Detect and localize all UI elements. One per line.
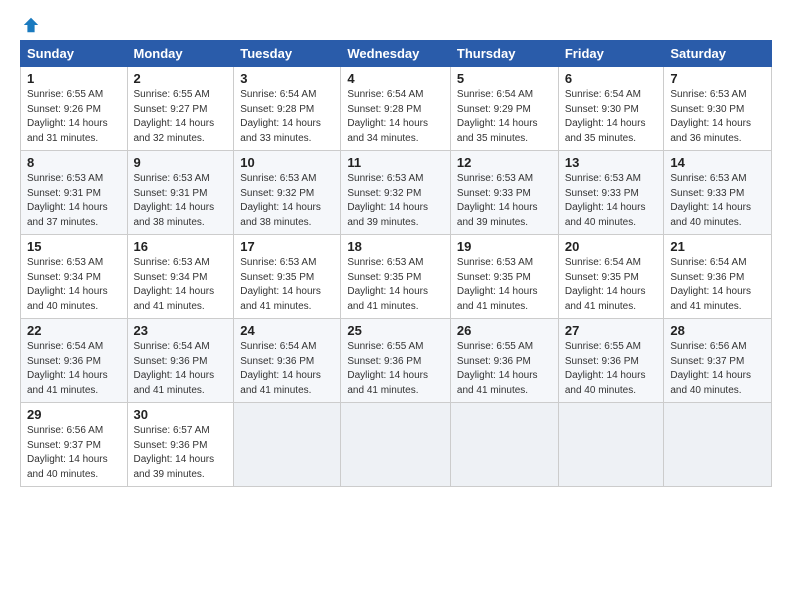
table-row: 27Sunrise: 6:55 AMSunset: 9:36 PMDayligh… <box>558 319 664 403</box>
col-tuesday: Tuesday <box>234 41 341 67</box>
col-saturday: Saturday <box>664 41 772 67</box>
col-sunday: Sunday <box>21 41 128 67</box>
table-row: 2Sunrise: 6:55 AMSunset: 9:27 PMDaylight… <box>127 67 234 151</box>
table-row: 4Sunrise: 6:54 AMSunset: 9:28 PMDaylight… <box>341 67 451 151</box>
calendar-row: 29Sunrise: 6:56 AMSunset: 9:37 PMDayligh… <box>21 403 772 487</box>
col-wednesday: Wednesday <box>341 41 451 67</box>
table-row: 15Sunrise: 6:53 AMSunset: 9:34 PMDayligh… <box>21 235 128 319</box>
table-row: 21Sunrise: 6:54 AMSunset: 9:36 PMDayligh… <box>664 235 772 319</box>
calendar-row: 15Sunrise: 6:53 AMSunset: 9:34 PMDayligh… <box>21 235 772 319</box>
table-row: 22Sunrise: 6:54 AMSunset: 9:36 PMDayligh… <box>21 319 128 403</box>
calendar-row: 22Sunrise: 6:54 AMSunset: 9:36 PMDayligh… <box>21 319 772 403</box>
table-row: 20Sunrise: 6:54 AMSunset: 9:35 PMDayligh… <box>558 235 664 319</box>
table-row: 1Sunrise: 6:55 AMSunset: 9:26 PMDaylight… <box>21 67 128 151</box>
table-row: 3Sunrise: 6:54 AMSunset: 9:28 PMDaylight… <box>234 67 341 151</box>
table-row <box>234 403 341 487</box>
header <box>20 16 772 30</box>
table-row: 25Sunrise: 6:55 AMSunset: 9:36 PMDayligh… <box>341 319 451 403</box>
table-row: 16Sunrise: 6:53 AMSunset: 9:34 PMDayligh… <box>127 235 234 319</box>
col-monday: Monday <box>127 41 234 67</box>
table-row: 12Sunrise: 6:53 AMSunset: 9:33 PMDayligh… <box>450 151 558 235</box>
table-row: 17Sunrise: 6:53 AMSunset: 9:35 PMDayligh… <box>234 235 341 319</box>
table-row: 8Sunrise: 6:53 AMSunset: 9:31 PMDaylight… <box>21 151 128 235</box>
table-row <box>341 403 451 487</box>
table-row: 10Sunrise: 6:53 AMSunset: 9:32 PMDayligh… <box>234 151 341 235</box>
table-row: 11Sunrise: 6:53 AMSunset: 9:32 PMDayligh… <box>341 151 451 235</box>
table-row: 26Sunrise: 6:55 AMSunset: 9:36 PMDayligh… <box>450 319 558 403</box>
table-row: 13Sunrise: 6:53 AMSunset: 9:33 PMDayligh… <box>558 151 664 235</box>
table-row <box>558 403 664 487</box>
calendar-row: 1Sunrise: 6:55 AMSunset: 9:26 PMDaylight… <box>21 67 772 151</box>
table-row: 29Sunrise: 6:56 AMSunset: 9:37 PMDayligh… <box>21 403 128 487</box>
page: Sunday Monday Tuesday Wednesday Thursday… <box>0 0 792 612</box>
table-row: 7Sunrise: 6:53 AMSunset: 9:30 PMDaylight… <box>664 67 772 151</box>
table-row <box>664 403 772 487</box>
table-row: 9Sunrise: 6:53 AMSunset: 9:31 PMDaylight… <box>127 151 234 235</box>
table-row: 14Sunrise: 6:53 AMSunset: 9:33 PMDayligh… <box>664 151 772 235</box>
calendar-table: Sunday Monday Tuesday Wednesday Thursday… <box>20 40 772 487</box>
logo <box>20 16 40 30</box>
table-row: 6Sunrise: 6:54 AMSunset: 9:30 PMDaylight… <box>558 67 664 151</box>
table-row: 5Sunrise: 6:54 AMSunset: 9:29 PMDaylight… <box>450 67 558 151</box>
calendar-row: 8Sunrise: 6:53 AMSunset: 9:31 PMDaylight… <box>21 151 772 235</box>
table-row <box>450 403 558 487</box>
table-row: 23Sunrise: 6:54 AMSunset: 9:36 PMDayligh… <box>127 319 234 403</box>
col-thursday: Thursday <box>450 41 558 67</box>
header-row: Sunday Monday Tuesday Wednesday Thursday… <box>21 41 772 67</box>
col-friday: Friday <box>558 41 664 67</box>
logo-icon <box>22 16 40 34</box>
table-row: 24Sunrise: 6:54 AMSunset: 9:36 PMDayligh… <box>234 319 341 403</box>
table-row: 19Sunrise: 6:53 AMSunset: 9:35 PMDayligh… <box>450 235 558 319</box>
table-row: 18Sunrise: 6:53 AMSunset: 9:35 PMDayligh… <box>341 235 451 319</box>
table-row: 30Sunrise: 6:57 AMSunset: 9:36 PMDayligh… <box>127 403 234 487</box>
table-row: 28Sunrise: 6:56 AMSunset: 9:37 PMDayligh… <box>664 319 772 403</box>
